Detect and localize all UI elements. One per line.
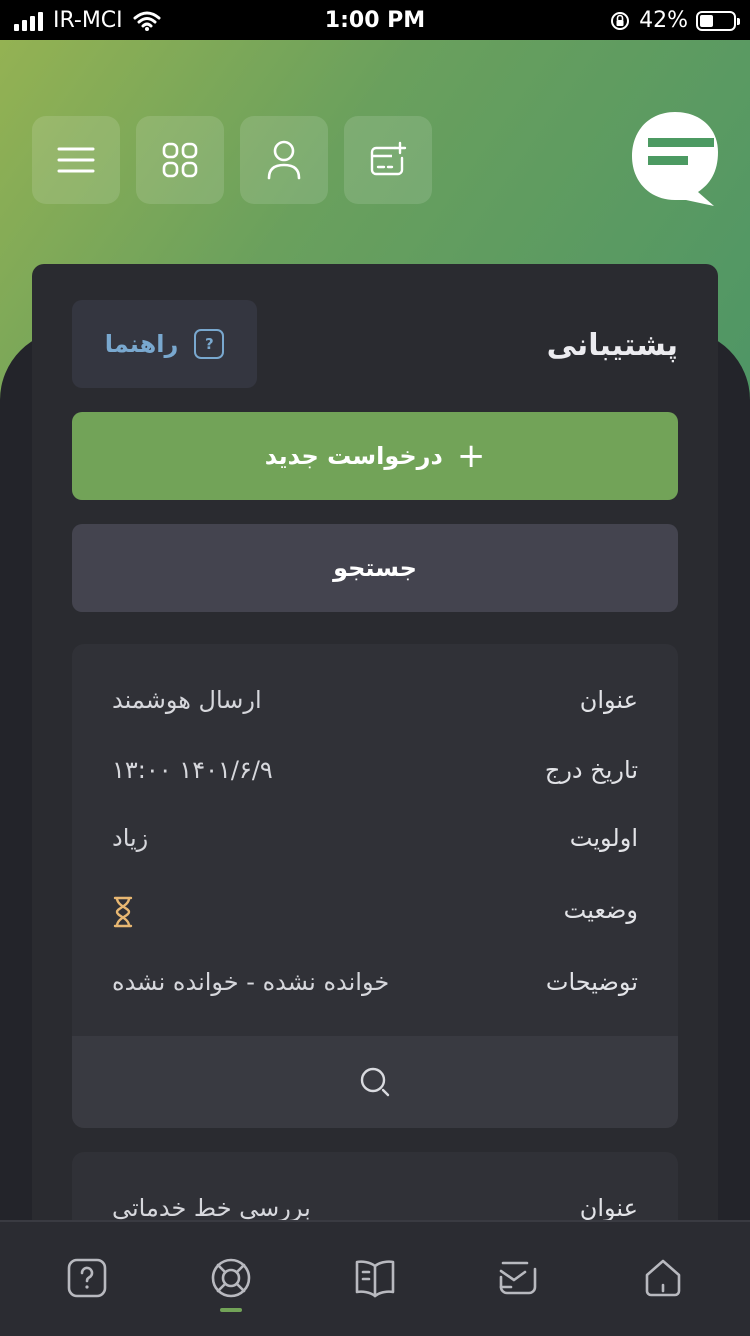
ticket-title-value: بررسی خط خدماتی	[112, 1194, 311, 1222]
ticket-field-label: عنوان	[579, 686, 638, 714]
battery-percent: 42%	[639, 8, 688, 33]
battery-icon	[696, 10, 740, 31]
ticket-row: وضعیت	[112, 896, 638, 928]
search-button[interactable]: جستجو	[72, 524, 678, 612]
ticket-row: توضیحات خوانده نشده - خوانده نشده	[112, 968, 638, 996]
ticket-card[interactable]: عنوان ارسال هوشمند تاریخ درج ۱۴۰۱/۶/۹ ۱۳…	[72, 644, 678, 1128]
plus-icon: +	[456, 436, 486, 476]
ticket-priority-value: زیاد	[112, 824, 149, 852]
card-add-icon	[370, 141, 407, 176]
search-icon	[360, 1067, 390, 1097]
ticket-row: تاریخ درج ۱۴۰۱/۶/۹ ۱۳:۰۰	[112, 756, 638, 784]
help-icon	[67, 1258, 107, 1298]
apps-grid-icon	[162, 142, 198, 178]
ticket-field-label: اولویت	[569, 824, 638, 852]
nav-book[interactable]	[353, 1256, 397, 1300]
ticket-date-value: ۱۴۰۱/۶/۹ ۱۳:۰۰	[112, 756, 273, 784]
page-title: پشتیبانی	[546, 328, 678, 363]
help-icon: ?	[194, 329, 225, 359]
ticket-title-value: ارسال هوشمند	[112, 686, 262, 714]
menu-icon	[57, 147, 95, 173]
status-bar: IR-MCI 1:00 PM 42%	[0, 0, 750, 40]
ticket-field-label: تاریخ درج	[544, 756, 638, 784]
new-request-label: درخواست جدید	[264, 442, 443, 470]
support-lifebuoy-icon	[211, 1258, 251, 1298]
nav-inbox[interactable]	[497, 1256, 541, 1300]
bottom-navigation	[0, 1220, 750, 1336]
ticket-field-label: وضعیت	[563, 896, 638, 924]
battery-fill	[700, 14, 713, 27]
hourglass-icon	[113, 896, 133, 928]
status-right: 42%	[609, 8, 740, 33]
inbox-icon	[499, 1261, 537, 1295]
card-add-button[interactable]	[344, 116, 432, 204]
app-logo	[632, 112, 718, 206]
ticket-row: عنوان ارسال هوشمند	[112, 686, 638, 714]
profile-icon	[267, 140, 301, 180]
new-request-button[interactable]: + درخواست جدید	[72, 412, 678, 500]
guide-label: راهنما	[104, 330, 179, 358]
ticket-field-label: عنوان	[579, 1194, 638, 1222]
guide-button[interactable]: ? راهنما	[72, 300, 257, 388]
ticket-description-value: خوانده نشده - خوانده نشده	[112, 968, 390, 996]
ticket-row: عنوان بررسی خط خدماتی	[112, 1194, 638, 1222]
ticket-row: اولویت زیاد	[112, 824, 638, 852]
nav-home[interactable]	[641, 1256, 685, 1300]
rotation-lock-icon	[611, 11, 630, 30]
book-icon	[355, 1260, 395, 1298]
active-tab-indicator	[220, 1308, 242, 1312]
apps-button[interactable]	[136, 116, 224, 204]
home-icon	[645, 1259, 681, 1297]
nav-help[interactable]	[65, 1256, 109, 1300]
search-label: جستجو	[333, 554, 417, 582]
menu-button[interactable]	[32, 116, 120, 204]
profile-button[interactable]	[240, 116, 328, 204]
nav-support[interactable]	[209, 1256, 253, 1300]
ticket-view-button[interactable]	[72, 1036, 678, 1128]
support-card: پشتیبانی ? راهنما + درخواست جدید جستجو ع…	[32, 264, 718, 1264]
ticket-field-label: توضیحات	[545, 968, 638, 996]
